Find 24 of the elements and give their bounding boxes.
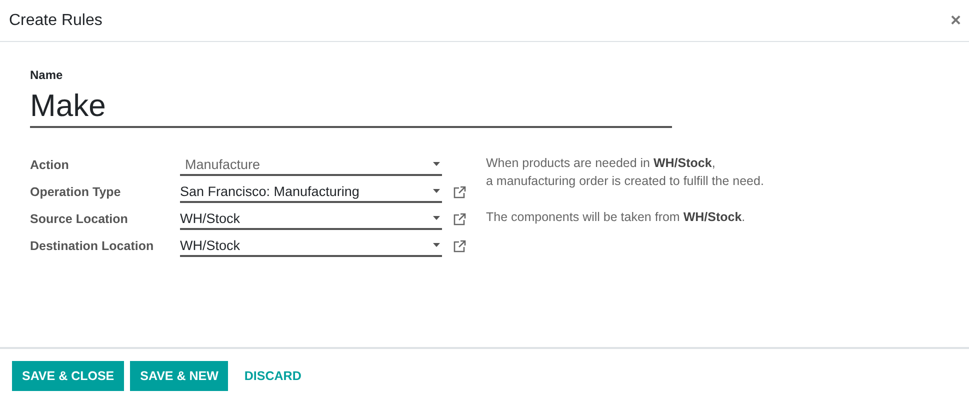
caret-icon [433, 243, 440, 247]
field-label: Operation Type [30, 185, 122, 199]
dropdown-field[interactable]: San Francisco: Manufacturing [180, 182, 442, 202]
dropdown-field[interactable]: WH/Stock [180, 208, 442, 230]
caret-icon [433, 216, 440, 220]
external-link-icon[interactable] [453, 212, 466, 226]
dialog-title: Create Rules [9, 12, 102, 30]
external-link-icon[interactable] [453, 240, 466, 252]
name-field[interactable]: Make [30, 82, 672, 128]
field-label: Destination Location [30, 239, 155, 253]
close-button[interactable]: × [948, 10, 963, 31]
field-label: Source Location [30, 212, 129, 226]
dropdown-field[interactable]: Manufacture [180, 154, 442, 176]
field-label: Name [30, 68, 64, 82]
save-button[interactable]: SAVE & NEW [130, 361, 228, 391]
discard-button[interactable]: DISCARD [234, 361, 312, 391]
dropdown-field[interactable]: WH/Stock [180, 236, 442, 256]
caret-icon [433, 162, 440, 166]
external-link-icon[interactable] [453, 186, 466, 198]
save-button[interactable]: SAVE & CLOSE [12, 361, 124, 391]
field-label: Action [30, 158, 70, 172]
help-text: The components will be taken from WH/Stock. [486, 209, 746, 226]
help-text: When products are needed in WH/Stock, a manufacturing order is created to fulfill the need. [486, 155, 764, 190]
caret-icon [433, 189, 440, 193]
